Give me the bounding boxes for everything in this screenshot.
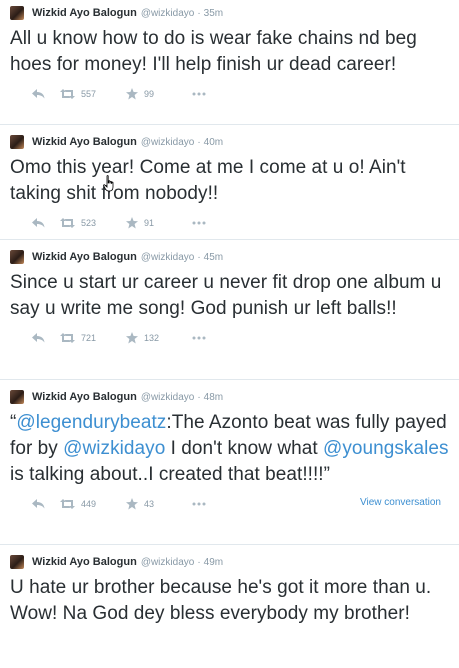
text-segment: I don't know what bbox=[165, 438, 324, 459]
more-button[interactable] bbox=[192, 502, 222, 506]
timestamp[interactable]: 35m bbox=[204, 8, 223, 19]
retweet-button[interactable]: 523 bbox=[60, 218, 126, 228]
screen-name[interactable]: @wizkidayo bbox=[141, 557, 195, 568]
more-dots-icon bbox=[192, 221, 206, 225]
star-icon bbox=[126, 332, 138, 344]
tweet-text: All u know how to do is wear fake chains… bbox=[10, 28, 417, 75]
mention-link[interactable]: @legendurybeatz bbox=[16, 412, 166, 433]
star-icon bbox=[126, 217, 138, 229]
avatar[interactable] bbox=[10, 6, 24, 20]
tweet-item[interactable]: Wizkid Ayo Balogun @wizkidayo · 40m Omo … bbox=[0, 125, 459, 240]
star-icon bbox=[126, 498, 138, 510]
reply-button[interactable] bbox=[32, 218, 60, 228]
favorite-button[interactable]: 99 bbox=[126, 88, 192, 100]
reply-button[interactable] bbox=[32, 333, 60, 343]
display-name[interactable]: Wizkid Ayo Balogun bbox=[32, 7, 137, 19]
favorite-button[interactable]: 91 bbox=[126, 217, 192, 229]
retweet-count: 449 bbox=[81, 499, 97, 509]
reply-icon bbox=[32, 218, 45, 228]
avatar[interactable] bbox=[10, 135, 24, 149]
retweet-icon bbox=[60, 218, 75, 228]
tweet-actions: 449 43 View conversation bbox=[10, 490, 449, 518]
avatar[interactable] bbox=[10, 555, 24, 569]
tweet-text: “@legendurybeatz:The Azonto beat was ful… bbox=[10, 410, 449, 488]
retweet-count: 721 bbox=[81, 333, 97, 343]
display-name[interactable]: Wizkid Ayo Balogun bbox=[32, 391, 137, 403]
more-button[interactable] bbox=[192, 92, 222, 96]
avatar[interactable] bbox=[10, 390, 24, 404]
tweet-item[interactable]: Wizkid Ayo Balogun @wizkidayo · 48m “@le… bbox=[0, 380, 459, 545]
screen-name[interactable]: @wizkidayo bbox=[141, 137, 195, 148]
retweet-count: 523 bbox=[81, 218, 97, 228]
separator-dot: · bbox=[197, 391, 201, 403]
retweet-button[interactable]: 557 bbox=[60, 89, 126, 99]
reply-button[interactable] bbox=[32, 89, 60, 99]
more-dots-icon bbox=[192, 92, 206, 96]
more-button[interactable] bbox=[192, 336, 222, 340]
screen-name[interactable]: @wizkidayo bbox=[141, 392, 195, 403]
retweet-icon bbox=[60, 333, 75, 343]
favorite-count: 132 bbox=[144, 333, 160, 343]
retweet-count: 557 bbox=[81, 89, 97, 99]
tweet-text: Since u start ur career u never fit drop… bbox=[10, 272, 442, 319]
reply-button[interactable] bbox=[32, 499, 60, 509]
tweet-item[interactable]: Wizkid Ayo Balogun @wizkidayo · 45m Sinc… bbox=[0, 240, 459, 380]
favorite-count: 43 bbox=[144, 499, 155, 509]
separator-dot: · bbox=[197, 136, 201, 148]
tweet-header: Wizkid Ayo Balogun @wizkidayo · 40m bbox=[10, 133, 449, 151]
display-name[interactable]: Wizkid Ayo Balogun bbox=[32, 136, 137, 148]
more-dots-icon bbox=[192, 502, 206, 506]
timestamp[interactable]: 48m bbox=[204, 392, 223, 403]
tweet-header: Wizkid Ayo Balogun @wizkidayo · 49m bbox=[10, 553, 449, 571]
tweet-timeline: Wizkid Ayo Balogun @wizkidayo · 35m All … bbox=[0, 0, 459, 668]
tweet-text: U hate ur brother because he's got it mo… bbox=[10, 577, 432, 624]
mention-link[interactable]: @youngskales bbox=[323, 438, 449, 459]
tweet-item[interactable]: Wizkid Ayo Balogun @wizkidayo · 49m U ha… bbox=[0, 545, 459, 668]
tweet-header: Wizkid Ayo Balogun @wizkidayo · 35m bbox=[10, 4, 449, 22]
tweet-item[interactable]: Wizkid Ayo Balogun @wizkidayo · 35m All … bbox=[0, 0, 459, 125]
tweet-text: Omo this year! Come at me I come at u o!… bbox=[10, 157, 406, 204]
separator-dot: · bbox=[197, 7, 201, 19]
view-conversation-link[interactable]: View conversation bbox=[360, 497, 441, 508]
screen-name[interactable]: @wizkidayo bbox=[141, 8, 195, 19]
reply-icon bbox=[32, 333, 45, 343]
timestamp[interactable]: 45m bbox=[204, 252, 223, 263]
more-button[interactable] bbox=[192, 221, 222, 225]
star-icon bbox=[126, 88, 138, 100]
tweet-actions: 721 132 bbox=[10, 324, 449, 352]
favorite-count: 99 bbox=[144, 89, 155, 99]
reply-icon bbox=[32, 499, 45, 509]
retweet-icon bbox=[60, 89, 75, 99]
favorite-button[interactable]: 132 bbox=[126, 332, 192, 344]
retweet-button[interactable]: 721 bbox=[60, 333, 126, 343]
timestamp[interactable]: 40m bbox=[204, 137, 223, 148]
display-name[interactable]: Wizkid Ayo Balogun bbox=[32, 556, 137, 568]
tweet-actions: 557 99 bbox=[10, 80, 449, 108]
display-name[interactable]: Wizkid Ayo Balogun bbox=[32, 251, 137, 263]
tweet-actions: 523 91 bbox=[10, 209, 449, 237]
text-segment: is talking about..I created that beat!!!… bbox=[10, 464, 331, 485]
timestamp[interactable]: 49m bbox=[204, 557, 223, 568]
more-dots-icon bbox=[192, 336, 206, 340]
tweet-header: Wizkid Ayo Balogun @wizkidayo · 48m bbox=[10, 388, 449, 406]
separator-dot: · bbox=[197, 251, 201, 263]
favorite-button[interactable]: 43 bbox=[126, 498, 192, 510]
retweet-button[interactable]: 449 bbox=[60, 499, 126, 509]
avatar[interactable] bbox=[10, 250, 24, 264]
retweet-icon bbox=[60, 499, 75, 509]
mention-link[interactable]: @wizkidayo bbox=[63, 438, 165, 459]
favorite-count: 91 bbox=[144, 218, 155, 228]
screen-name[interactable]: @wizkidayo bbox=[141, 252, 195, 263]
tweet-header: Wizkid Ayo Balogun @wizkidayo · 45m bbox=[10, 248, 449, 266]
reply-icon bbox=[32, 89, 45, 99]
separator-dot: · bbox=[197, 556, 201, 568]
